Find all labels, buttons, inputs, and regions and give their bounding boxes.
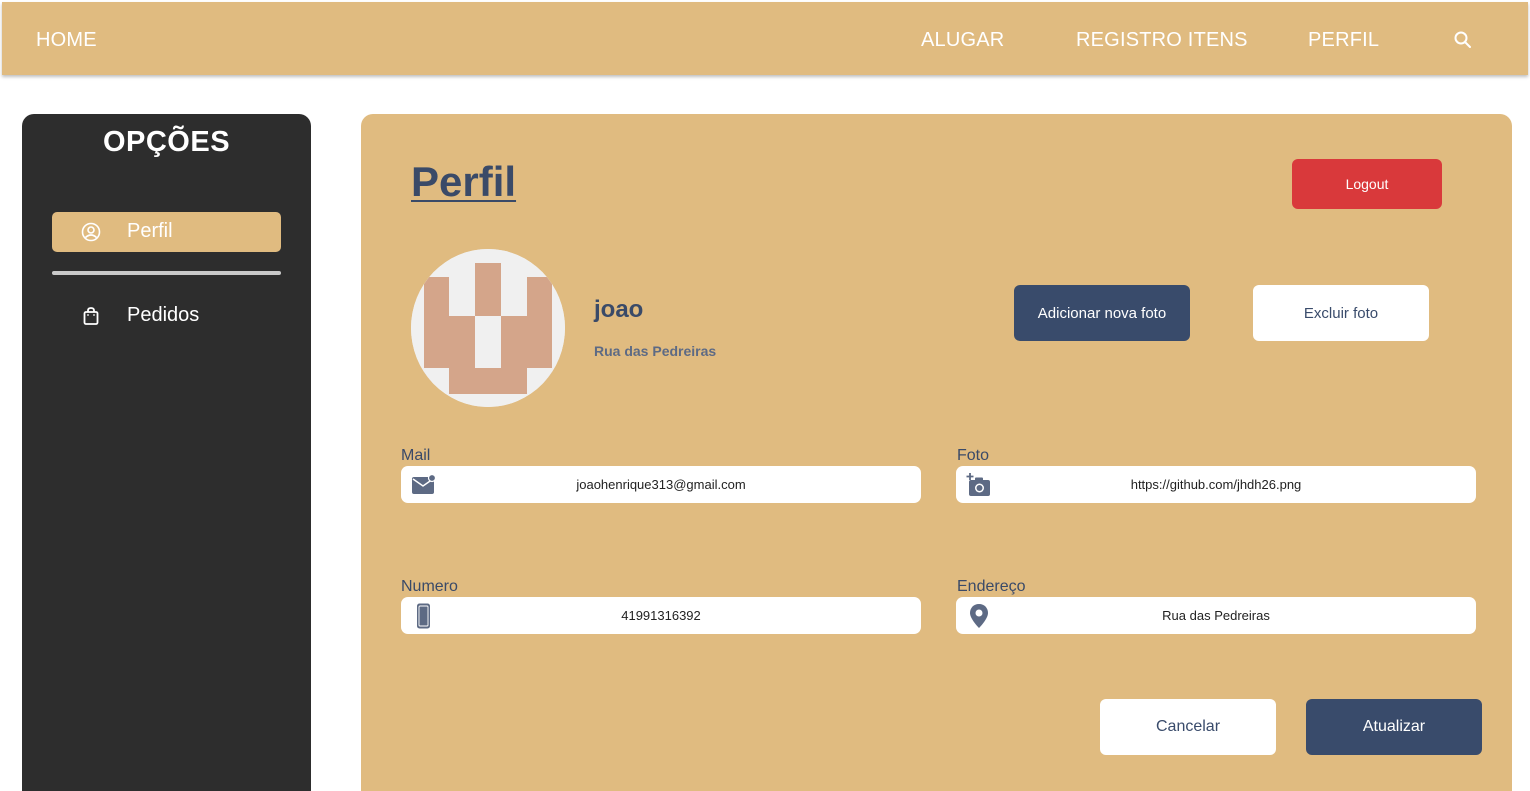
foto-url-input[interactable]: [996, 466, 1436, 503]
sidebar-item-perfil[interactable]: Perfil: [52, 212, 281, 252]
sidebar-title: OPÇÕES: [102, 126, 231, 158]
mail-input[interactable]: [441, 466, 881, 503]
foto-label: Foto: [957, 447, 990, 464]
logout-button[interactable]: Logout: [1292, 159, 1442, 209]
nav-alugar-link[interactable]: ALUGAR: [921, 29, 1004, 52]
page-title: Perfil: [411, 158, 517, 205]
location-pin-icon: [970, 604, 988, 628]
sidebar-item-pedidos[interactable]: Pedidos: [52, 296, 281, 336]
update-button[interactable]: Atualizar: [1306, 699, 1482, 755]
mail-icon: [412, 473, 437, 494]
phone-icon: [417, 603, 430, 629]
nav-perfil-link[interactable]: PERFIL: [1308, 29, 1379, 52]
cancel-button[interactable]: Cancelar: [1100, 699, 1276, 755]
top-navbar: HOME ALUGAR REGISTRO ITENS PERFIL: [2, 2, 1528, 75]
sidebar-divider: [52, 271, 281, 275]
endereco-field: [956, 597, 1476, 634]
options-sidebar: OPÇÕES Perfil Pedidos: [22, 114, 311, 791]
numero-input[interactable]: [441, 597, 881, 634]
shopping-bag-icon: [83, 307, 99, 325]
add-photo-button[interactable]: Adicionar nova foto: [1014, 285, 1190, 341]
add-photo-icon: [966, 473, 990, 496]
endereco-label: Endereço: [957, 578, 1026, 595]
profile-panel: Perfil Logout joao Rua das Pedreiras Adi…: [361, 114, 1512, 791]
endereco-input[interactable]: [996, 597, 1436, 634]
foto-field: [956, 466, 1476, 503]
nav-home-link[interactable]: HOME: [36, 29, 97, 52]
nav-registro-itens-link[interactable]: REGISTRO ITENS: [1076, 29, 1248, 52]
sidebar-item-label: Pedidos: [127, 304, 200, 326]
avatar: [411, 249, 565, 407]
sidebar-item-label: Perfil: [127, 220, 173, 242]
identicon-image: [411, 249, 565, 407]
user-address: Rua das Pedreiras: [594, 343, 717, 359]
user-name: joao: [594, 296, 644, 323]
numero-label: Numero: [401, 578, 458, 595]
numero-field: [401, 597, 921, 634]
mail-field: [401, 466, 921, 503]
user-circle-icon: [81, 222, 101, 242]
mail-label: Mail: [401, 447, 431, 464]
search-icon[interactable]: [1453, 30, 1473, 50]
delete-photo-button[interactable]: Excluir foto: [1253, 285, 1429, 341]
